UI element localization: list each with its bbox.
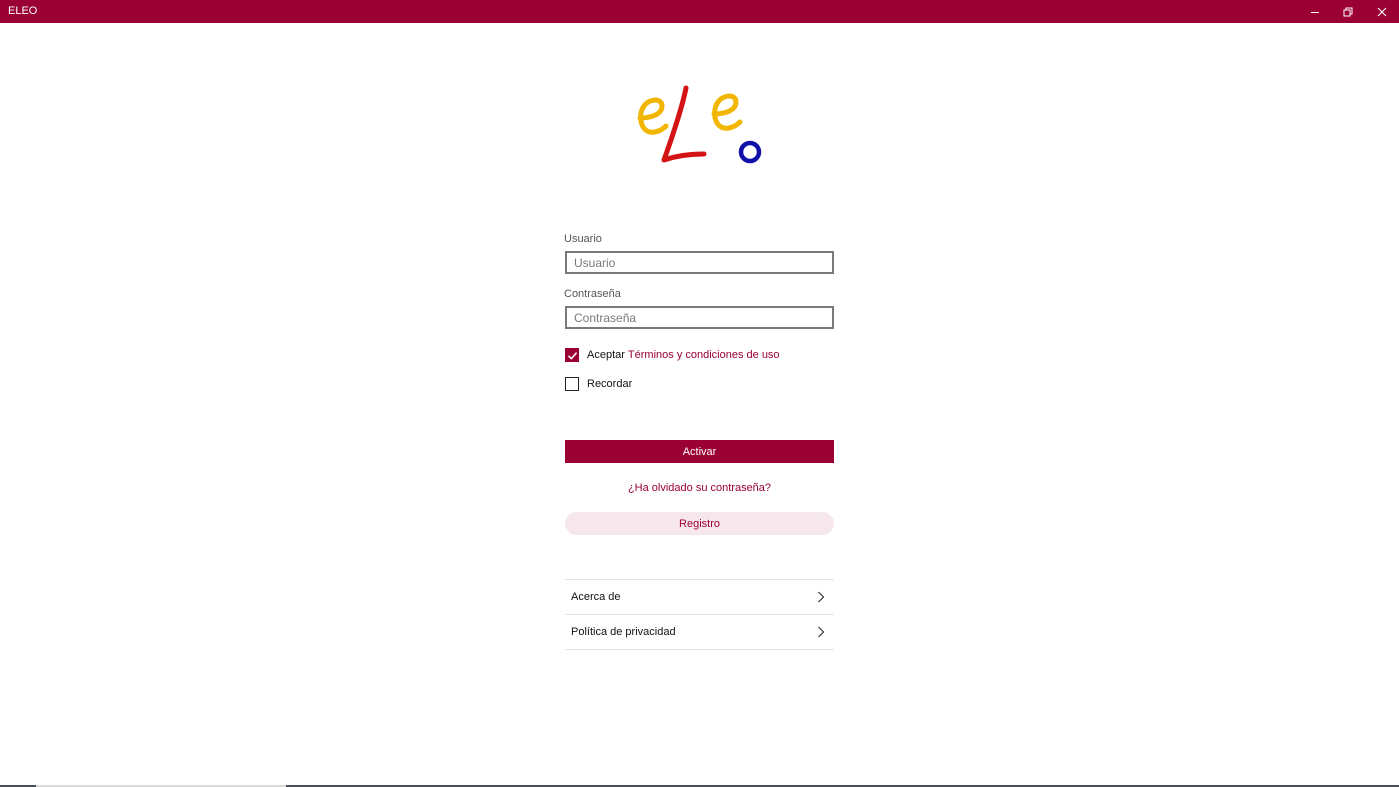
menu-item-privacy-policy[interactable]: Política de privacidad <box>565 614 834 650</box>
logo-letter-l <box>661 85 707 163</box>
username-label: Usuario <box>564 233 602 245</box>
remember-label: Recordar <box>587 378 633 390</box>
restore-button[interactable] <box>1331 0 1365 23</box>
username-input[interactable] <box>565 251 834 274</box>
chevron-right-icon <box>818 591 825 603</box>
logo-letter-o <box>738 140 762 164</box>
logo-letter-e1 <box>637 97 669 135</box>
forgot-password-link[interactable]: ¿Ha olvidado su contraseña? <box>565 482 834 494</box>
window-title: ELEO <box>8 5 38 17</box>
menu-item-about[interactable]: Acerca de <box>565 579 834 614</box>
menu-item-label: Acerca de <box>571 591 621 603</box>
accept-terms-checkbox[interactable] <box>565 348 579 362</box>
terms-link[interactable]: Términos y condiciones de uso <box>628 349 780 361</box>
remember-checkbox[interactable] <box>565 377 579 391</box>
minimize-icon <box>1311 11 1319 13</box>
menu-item-label: Política de privacidad <box>571 626 676 638</box>
activate-button[interactable]: Activar <box>565 440 834 463</box>
accept-terms-row: Aceptar Términos y condiciones de uso <box>565 347 780 363</box>
close-icon <box>1377 7 1387 16</box>
restore-icon <box>1343 7 1353 16</box>
activate-button-label: Activar <box>682 445 717 458</box>
password-input[interactable] <box>565 306 834 329</box>
settings-menu: Acerca de Política de privacidad <box>565 579 834 650</box>
title-bar: ELEO <box>0 0 1399 23</box>
chevron-right-icon <box>818 626 825 638</box>
close-button[interactable] <box>1365 0 1399 23</box>
register-button[interactable]: Registro <box>565 512 834 535</box>
register-button-label: Registro <box>679 517 720 530</box>
accept-terms-label: Aceptar <box>587 349 625 361</box>
remember-row: Recordar <box>565 376 632 392</box>
password-label: Contraseña <box>564 288 621 300</box>
eleo-logo <box>637 85 762 164</box>
logo-letter-e2 <box>711 93 743 131</box>
checkmark-icon <box>567 351 577 360</box>
minimize-button[interactable] <box>1298 0 1332 23</box>
